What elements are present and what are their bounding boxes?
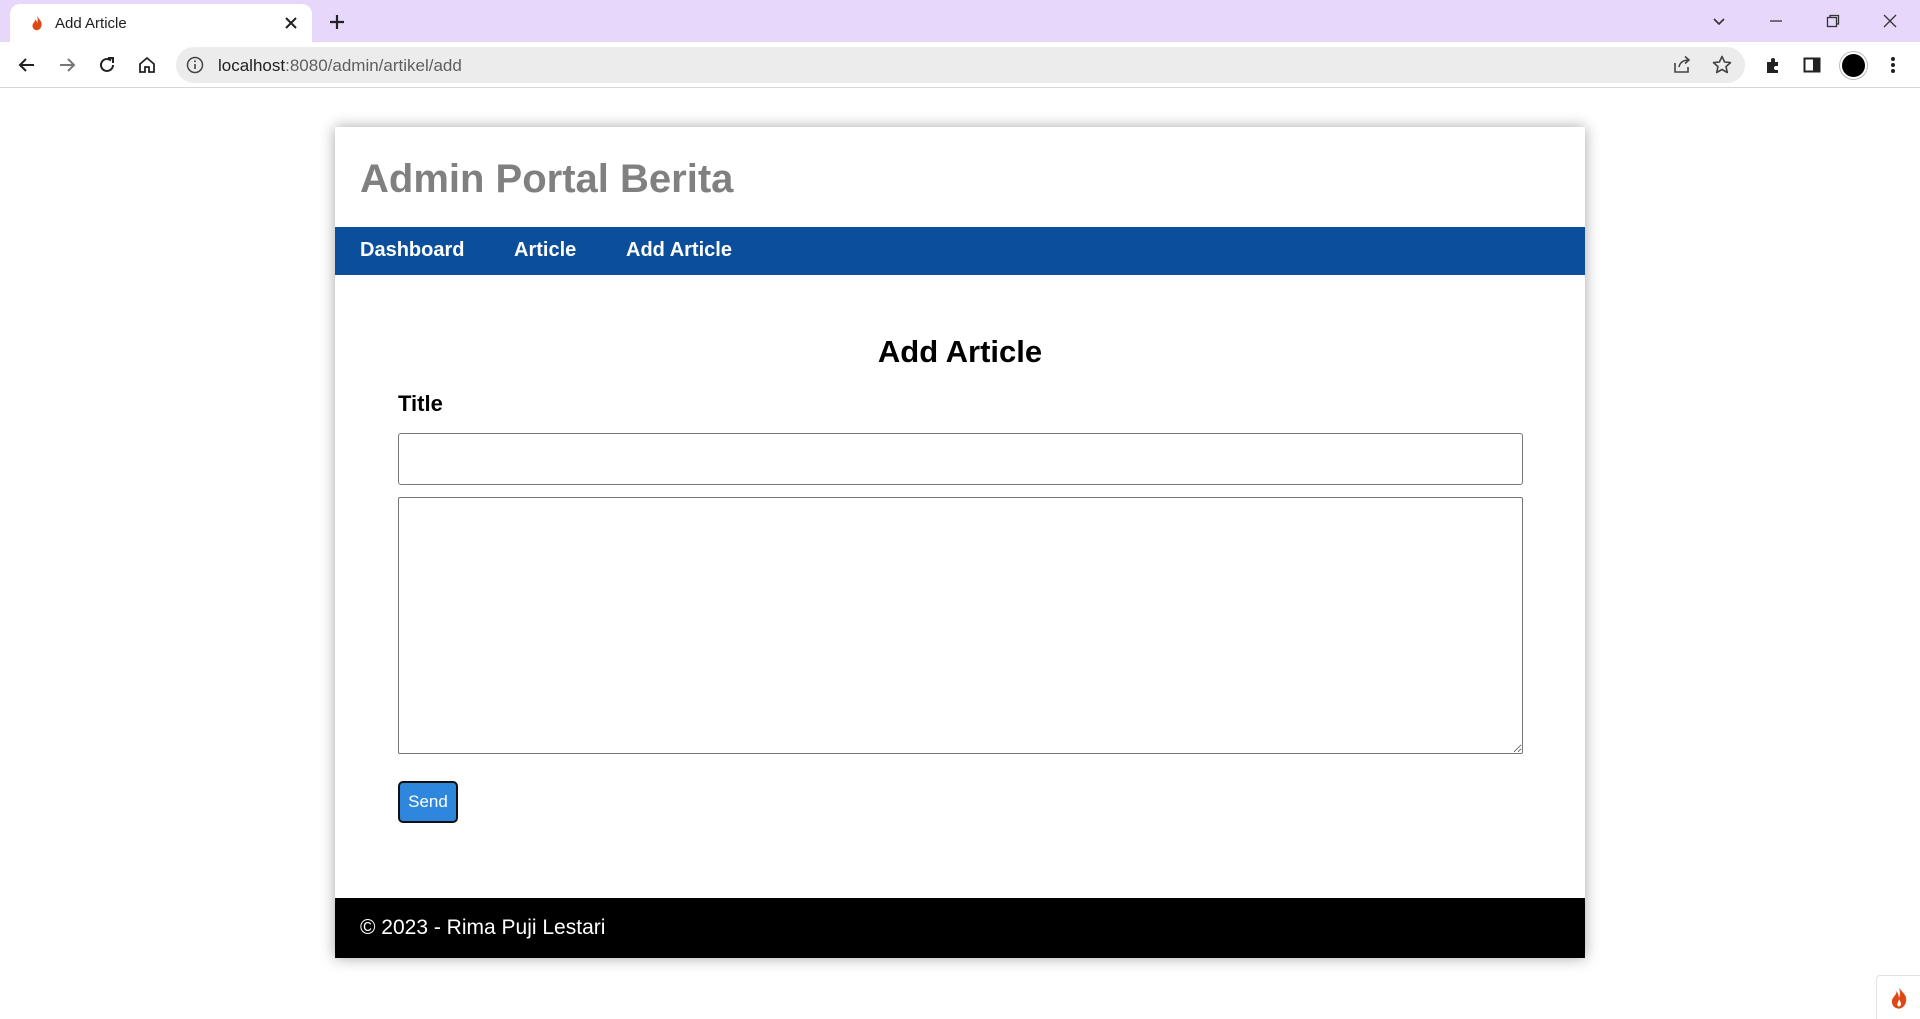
site-title: Admin Portal Berita xyxy=(360,157,734,201)
minimize-icon[interactable] xyxy=(1761,6,1791,36)
tab-title: Add Article xyxy=(55,15,127,32)
page-container: Admin Portal Berita Dashboard Article Ad… xyxy=(335,127,1585,958)
address-url[interactable]: localhost:8080/admin/artikel/add xyxy=(218,56,462,76)
nav-link-article[interactable]: Article xyxy=(514,239,576,262)
page-heading: Add Article xyxy=(877,334,1043,369)
forward-icon[interactable] xyxy=(52,50,82,80)
flame-icon xyxy=(32,15,42,31)
home-icon[interactable] xyxy=(132,50,162,80)
close-tab-icon[interactable] xyxy=(280,12,302,34)
bookmark-star-icon[interactable] xyxy=(1711,54,1733,76)
nav-link-dashboard[interactable]: Dashboard xyxy=(360,239,464,262)
restore-icon[interactable] xyxy=(1818,6,1848,36)
url-path: :8080/admin/artikel/add xyxy=(285,56,462,75)
avatar xyxy=(1839,51,1867,79)
title-input[interactable] xyxy=(398,433,1523,485)
close-window-icon[interactable] xyxy=(1875,6,1905,36)
browser-toolbar: localhost:8080/admin/artikel/add xyxy=(0,42,1920,88)
title-label: Title xyxy=(398,391,443,416)
send-button[interactable]: Send xyxy=(398,781,458,823)
side-panel-icon[interactable] xyxy=(1797,50,1827,80)
new-tab-icon[interactable] xyxy=(324,9,350,35)
back-icon[interactable] xyxy=(12,50,42,80)
menu-kebab-icon[interactable] xyxy=(1878,50,1908,80)
tab-search-icon[interactable] xyxy=(1704,6,1734,36)
info-icon[interactable] xyxy=(186,56,204,74)
content-textarea[interactable] xyxy=(398,497,1523,754)
share-icon[interactable] xyxy=(1671,54,1693,76)
debug-toolbar-toggle[interactable] xyxy=(1876,975,1920,1019)
url-host: localhost xyxy=(218,56,286,75)
nav-link-add-article[interactable]: Add Article xyxy=(626,239,732,262)
flame-icon xyxy=(1891,986,1906,1009)
browser-tab-strip: Add Article xyxy=(0,0,1920,42)
profile-avatar[interactable] xyxy=(1838,50,1868,80)
extensions-icon[interactable] xyxy=(1758,50,1788,80)
page-viewport: Admin Portal Berita Dashboard Article Ad… xyxy=(0,89,1920,1019)
address-bar[interactable]: localhost:8080/admin/artikel/add xyxy=(176,47,1745,83)
site-header: Admin Portal Berita xyxy=(335,127,1585,227)
reload-icon[interactable] xyxy=(92,50,122,80)
site-footer: © 2023 - Rima Puji Lestari xyxy=(335,898,1585,958)
browser-tab[interactable]: Add Article xyxy=(10,4,312,42)
main-nav: Dashboard Article Add Article xyxy=(335,227,1585,275)
footer-copyright: © 2023 - Rima Puji Lestari xyxy=(360,916,606,939)
